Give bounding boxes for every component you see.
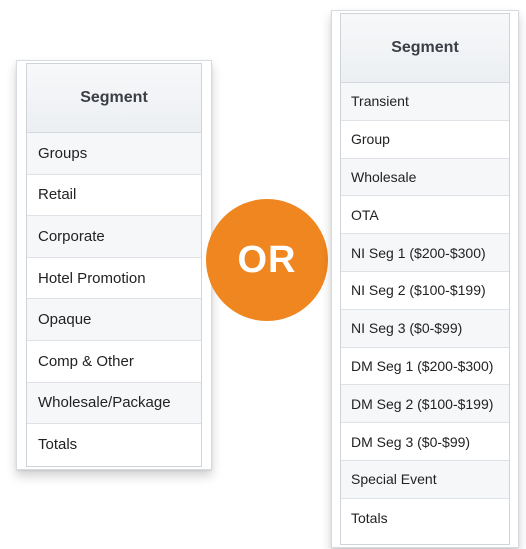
table-row: Groups [27,133,201,175]
or-badge: OR [206,199,328,321]
left-segment-table: Segment Groups Retail Corporate Hotel Pr… [26,63,202,467]
right-segment-card: Segment Transient Group Wholesale OTA NI… [331,10,519,548]
right-segment-rows: Transient Group Wholesale OTA NI Seg 1 (… [341,83,509,537]
table-row-totals: Totals [341,498,509,537]
table-row: Group [341,120,509,159]
table-row: DM Seg 2 ($100-$199) [341,385,509,424]
left-segment-rows: Groups Retail Corporate Hotel Promotion … [27,133,201,466]
table-row: Corporate [27,216,201,258]
table-row: Hotel Promotion [27,257,201,300]
table-row: Opaque [27,299,201,341]
table-row: DM Seg 1 ($200-$300) [341,347,509,386]
right-segment-table: Segment Transient Group Wholesale OTA NI… [340,13,510,545]
table-row: Wholesale/Package [27,382,201,425]
left-segment-card: Segment Groups Retail Corporate Hotel Pr… [16,60,212,470]
table-row: Special Event [341,460,509,499]
table-row: Transient [341,83,509,121]
table-row: Wholesale [341,158,509,197]
right-segment-header: Segment [341,14,509,83]
table-row: NI Seg 3 ($0-$99) [341,309,509,348]
table-row: NI Seg 1 ($200-$300) [341,234,509,272]
table-row: Retail [27,174,201,217]
table-row-totals: Totals [27,424,201,466]
table-row: DM Seg 3 ($0-$99) [341,423,509,461]
comparison-graphic: Segment Groups Retail Corporate Hotel Pr… [0,0,526,549]
table-row: NI Seg 2 ($100-$199) [341,271,509,310]
left-segment-header: Segment [27,64,201,133]
table-row: Comp & Other [27,340,201,383]
table-row: OTA [341,196,509,235]
